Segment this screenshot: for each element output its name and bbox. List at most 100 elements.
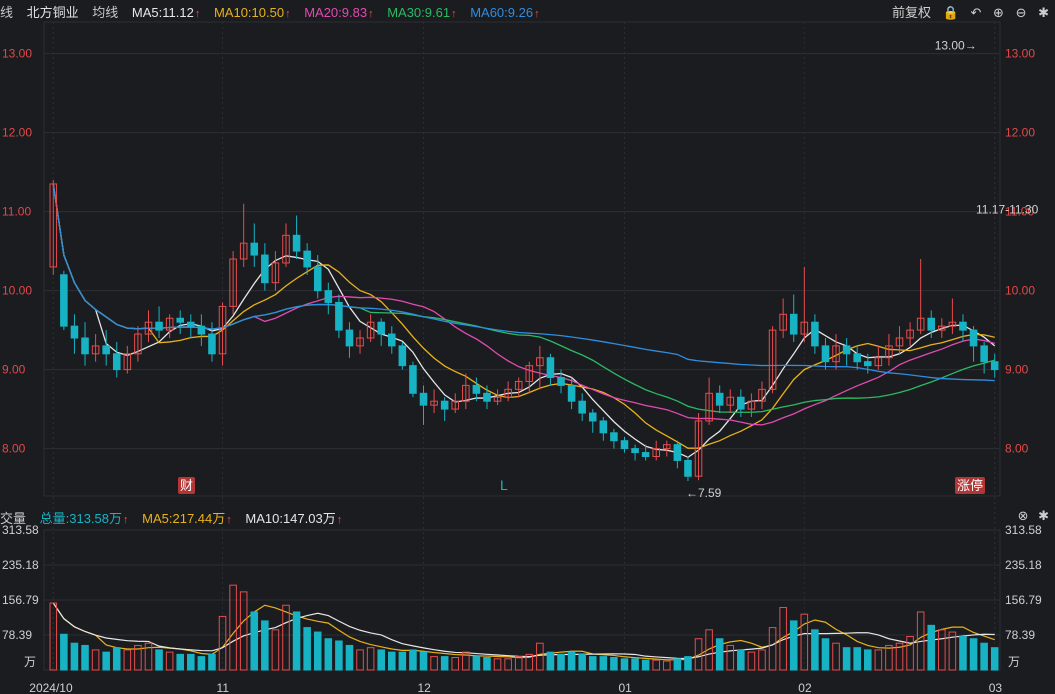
candles	[49, 180, 999, 481]
volume-bar	[387, 651, 396, 671]
candle-body	[70, 325, 79, 339]
candle-body	[112, 353, 121, 371]
volume-bar	[610, 656, 618, 671]
volume-bar	[366, 647, 375, 671]
volume-tick-right: 78.39	[1005, 628, 1035, 642]
candle-body	[303, 250, 311, 268]
price-frame	[43, 21, 1001, 497]
candle-body	[588, 412, 597, 422]
moving-average-lines	[52, 183, 996, 661]
candle-body	[81, 337, 89, 355]
volume-bar	[641, 659, 650, 671]
candle-body	[377, 321, 385, 335]
candle-body	[60, 274, 68, 327]
ma10-line	[52, 183, 995, 449]
candle-body	[631, 448, 639, 454]
volume-bar	[874, 649, 883, 671]
volume-tick-left: 235.18	[2, 558, 39, 572]
price-tick-right: 8.00	[1005, 442, 1029, 456]
candle-body	[261, 254, 269, 284]
volume-bar	[345, 644, 354, 671]
volume-bar	[557, 653, 565, 671]
volume-bar	[853, 647, 861, 671]
price-tick-right: 13.00	[1005, 47, 1035, 61]
volume-tick-right: 156.79	[1005, 593, 1042, 607]
close-icon[interactable]: ⊗	[1018, 508, 1029, 523]
candle-body	[811, 321, 819, 347]
kline-chart[interactable]: 13.00 13.0012.00 12.0011.00 11.0010.00 10.00…	[0, 0, 1055, 694]
candle-body	[398, 345, 407, 367]
date-label: 11	[217, 681, 230, 694]
volume-tick-right: 235.18	[1005, 558, 1042, 572]
volume-bar	[356, 649, 364, 671]
stock-name[interactable]: 北方铜业	[27, 5, 79, 20]
volume-bar	[863, 649, 872, 671]
settings-icon[interactable]: ✱	[1038, 508, 1049, 523]
volume-toolbar: ⊗ ✱	[1018, 508, 1049, 524]
volume-bar	[546, 651, 555, 671]
volume-unit-left: 万	[24, 655, 36, 669]
volume-bar	[980, 642, 988, 671]
candle-body	[324, 290, 333, 303]
indicator-label[interactable]: 均线	[92, 5, 118, 20]
volume-total: 总量:313.58万↑	[39, 511, 129, 526]
undo-icon[interactable]: ↶	[971, 5, 982, 20]
volume-bar	[176, 653, 185, 671]
adjust-label[interactable]: 前复权	[892, 5, 931, 20]
price-tick-left: 8.00	[2, 442, 26, 456]
volume-bar	[652, 659, 661, 671]
candle-body	[440, 400, 449, 410]
volume-bar	[112, 647, 121, 671]
volume-bar	[969, 638, 978, 671]
candle-body	[641, 452, 650, 457]
candle-body	[578, 400, 586, 414]
volume-bar	[91, 649, 100, 671]
candle-body	[789, 313, 798, 335]
volume-bar	[726, 644, 735, 671]
volume-bar	[747, 651, 756, 671]
candle-body	[969, 329, 978, 347]
volume-ma10: MA10:147.03万↑	[245, 511, 343, 526]
price-tick-left: 13.00	[2, 47, 32, 61]
volume-bar	[313, 631, 322, 671]
volume-bar	[938, 629, 946, 671]
ma60-value: MA60:9.26↑	[470, 5, 540, 20]
ma30-line	[52, 183, 995, 413]
volume-bar	[684, 656, 692, 671]
candle-body	[176, 317, 185, 323]
lock-icon[interactable]: 🔒	[943, 5, 959, 20]
settings-icon[interactable]: ✱	[1038, 5, 1049, 20]
candle-body	[250, 242, 259, 256]
candle-body	[187, 321, 195, 327]
candle-body	[842, 345, 851, 355]
volume-bar	[187, 653, 195, 671]
volume-bar	[261, 620, 269, 671]
volume-bar	[250, 611, 259, 671]
candle-body	[863, 361, 872, 367]
volume-bar	[483, 656, 491, 671]
volume-bar	[885, 644, 893, 671]
candle-body	[387, 333, 396, 347]
zoom-out-icon[interactable]: ⊖	[1016, 5, 1027, 20]
zoom-in-icon[interactable]: ⊕	[993, 5, 1004, 20]
price-tick-left: 12.00	[2, 126, 32, 140]
badge-low: L	[500, 477, 508, 493]
candle-body	[673, 444, 682, 461]
ma20-value: MA20:9.83↑	[304, 5, 374, 20]
volume-bar	[165, 651, 174, 671]
volume-bar	[451, 656, 460, 671]
volume-bar	[282, 604, 290, 671]
high-price-label: 13.00→	[935, 39, 977, 53]
volume-bar	[239, 591, 248, 671]
low-price-label: ←7.59	[686, 486, 722, 500]
volume-bar	[990, 647, 999, 671]
candle-body	[959, 321, 967, 331]
volume-bar	[419, 651, 428, 671]
ma-legend-bar: 线 北方铜业 均线 MA5:11.12↑ MA10:10.50↑ MA20:9.…	[0, 2, 550, 20]
volume-fragment: 交量	[0, 511, 27, 526]
candle-body	[409, 365, 417, 394]
volume-bar	[472, 656, 481, 671]
volume-bar	[303, 627, 311, 671]
candle-body	[927, 317, 936, 331]
volume-bar	[758, 649, 766, 671]
